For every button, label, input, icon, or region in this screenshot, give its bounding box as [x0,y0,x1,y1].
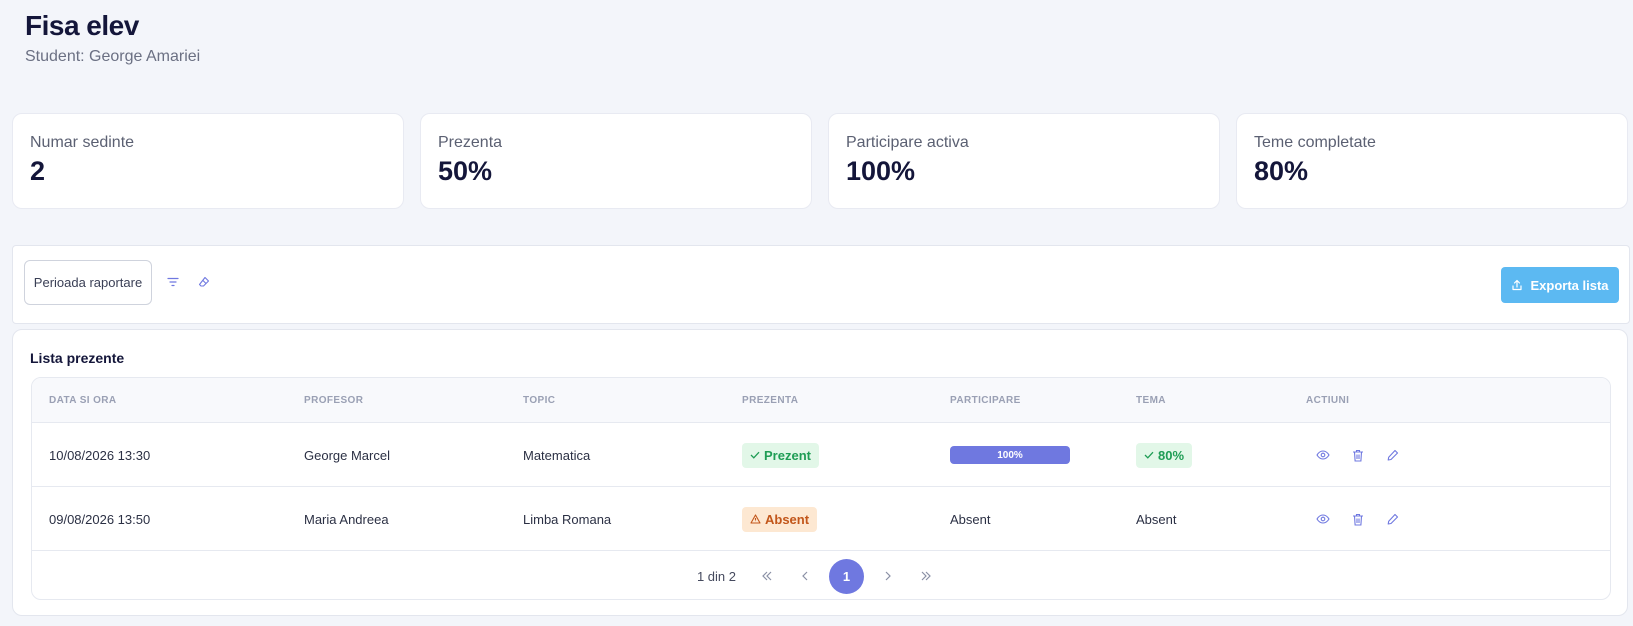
column-header-homework: TEMA [1136,395,1166,406]
cell-participation: 100% [950,423,1070,487]
table-row: 10/08/2026 13:30 George Marcel Matematic… [32,423,1610,487]
stat-label: Participare activa [846,134,969,151]
stat-value: 80% [1254,156,1309,186]
warning-icon [750,514,761,524]
export-list-button[interactable]: Exporta lista [1501,267,1619,303]
page-title: Fisa elev [25,10,139,41]
attendance-list-card: Lista prezente DATA SI ORA PROFESOR TOPI… [12,329,1628,616]
student-name: Student: George Amariei [25,48,201,65]
presence-badge: Prezent [742,442,819,468]
view-icon[interactable] [1313,446,1332,465]
edit-icon[interactable] [1383,510,1402,529]
stat-card-presence: Prezenta 50% [420,113,812,209]
eraser-icon[interactable] [195,273,213,291]
column-header-teacher: PROFESOR [304,395,364,406]
cell-participation: Absent [950,511,991,527]
stat-value: 2 [30,156,46,186]
first-page-icon[interactable] [753,562,781,590]
check-icon [1144,451,1154,459]
cell-date: 10/08/2026 13:30 [49,447,151,463]
table-row: 09/08/2026 13:50 Maria Andreea Limba Rom… [32,487,1610,551]
stat-label: Numar sedinte [30,134,135,151]
cell-teacher: George Marcel [304,447,390,463]
column-header-topic: TOPIC [523,395,556,406]
cell-presence: Absent [742,487,818,551]
check-icon [750,451,760,459]
cell-actions [1313,487,1402,551]
presence-label: Absent [765,511,810,527]
stats-row: Numar sedinte 2 Prezenta 50% Participare… [12,113,1628,209]
column-header-actions: ACTIUNI [1306,395,1350,406]
filter-icon[interactable] [164,273,182,291]
stat-label: Teme completate [1254,134,1376,151]
stat-card-participation: Participare activa 100% [828,113,1220,209]
cell-presence: Prezent [742,423,819,487]
table-header: DATA SI ORA PROFESOR TOPIC PREZENTA PART… [32,378,1610,423]
cell-topic: Limba Romana [523,511,612,527]
edit-icon[interactable] [1383,446,1402,465]
cell-actions [1313,423,1402,487]
page-button-current[interactable]: 1 [829,558,865,594]
filter-bar: Perioada raportare Exporta lista [12,245,1630,324]
cell-topic: Matematica [523,447,591,463]
last-page-icon[interactable] [912,562,940,590]
report-period-button[interactable]: Perioada raportare [24,260,152,305]
column-header-participation: PARTICIPARE [950,395,1021,406]
homework-badge: 80% [1136,442,1193,468]
stat-card-homework: Teme completate 80% [1236,113,1628,209]
page-header: Fisa elev Student: George Amariei [25,10,200,66]
cell-homework: 80% [1136,423,1193,487]
page-info: 1 din 2 [696,568,737,584]
view-icon[interactable] [1313,510,1332,529]
stat-value: 50% [438,156,493,186]
column-header-date: DATA SI ORA [49,395,117,406]
stat-card-sessions: Numar sedinte 2 [12,113,404,209]
delete-icon[interactable] [1348,446,1367,465]
next-page-icon[interactable] [874,562,902,590]
cell-date: 09/08/2026 13:50 [49,511,151,527]
previous-page-icon[interactable] [791,562,819,590]
presence-label: Prezent [764,447,811,463]
homework-label: 80% [1158,447,1185,463]
delete-icon[interactable] [1348,510,1367,529]
participation-progress: 100% [950,446,1070,464]
stat-label: Prezenta [438,134,503,151]
pagination: 1 din 2 1 [32,551,1610,599]
list-title: Lista prezente [30,350,125,366]
cell-homework: Absent [1136,511,1177,527]
export-label: Exporta lista [1530,277,1609,293]
cell-teacher: Maria Andreea [304,511,389,527]
attendance-table: DATA SI ORA PROFESOR TOPIC PREZENTA PART… [31,377,1611,600]
presence-badge: Absent [742,506,818,532]
column-header-presence: PREZENTA [742,395,799,406]
export-icon [1512,279,1523,291]
stat-value: 100% [846,156,916,186]
